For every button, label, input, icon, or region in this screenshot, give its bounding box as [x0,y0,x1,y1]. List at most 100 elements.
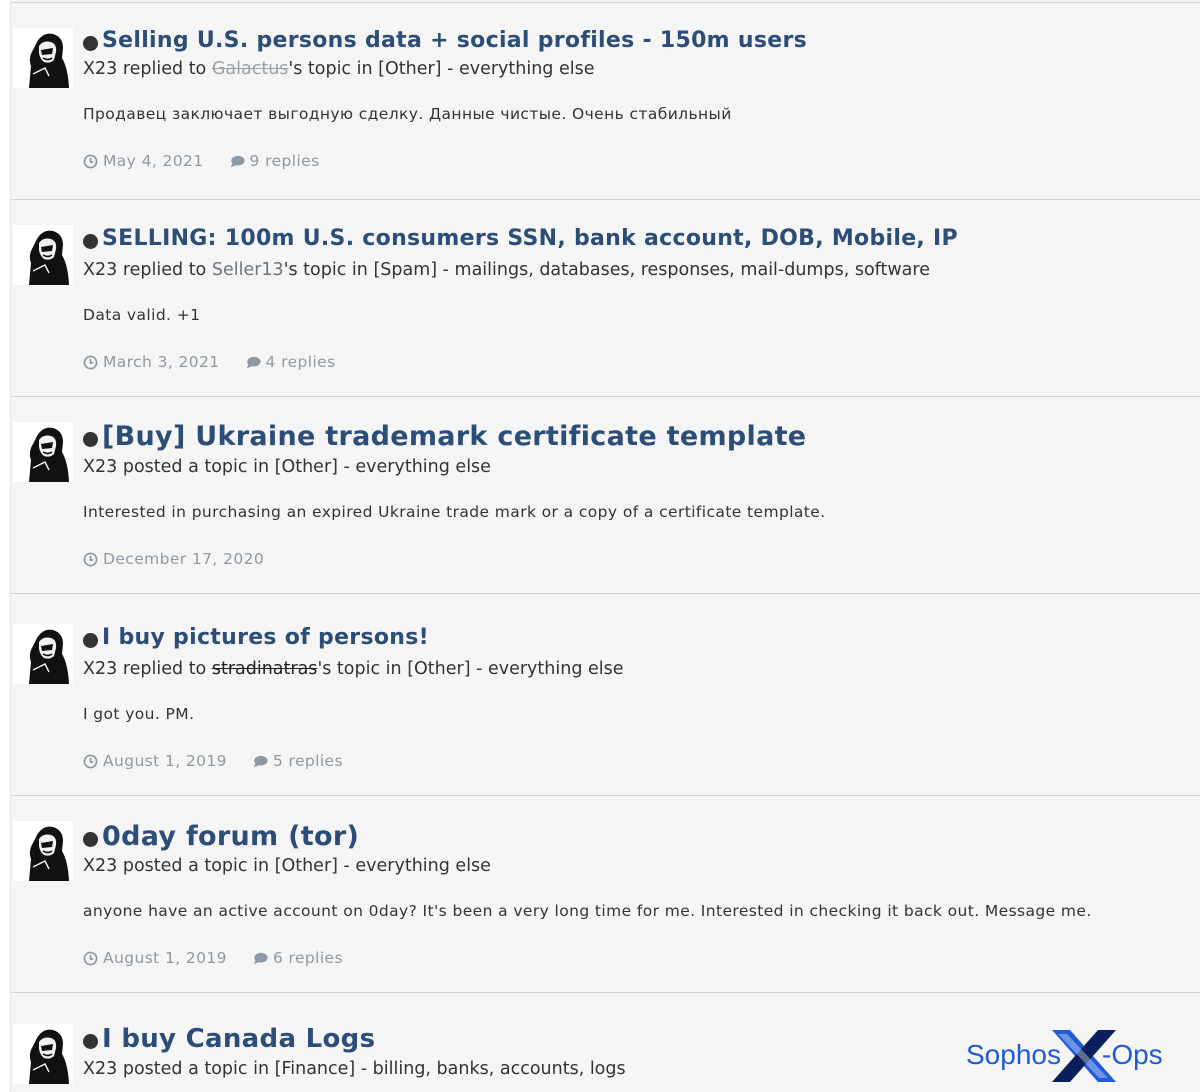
date-text: May 4, 2021 [103,152,204,170]
replies-text: 4 replies [265,353,336,371]
replies-text: 9 replies [249,152,320,170]
title-row: 0day forum (tor) [83,821,359,852]
post-date: May 4, 2021 [83,152,204,170]
clock-icon [83,355,98,369]
author-link[interactable]: X23 [83,659,117,679]
author-link[interactable]: X23 [83,260,117,280]
post-date: August 1, 2019 [83,752,227,770]
activity-item: 0day forum (tor) X23 posted a topic in [… [11,796,1200,993]
avatar[interactable] [13,28,73,88]
target-user-link[interactable]: stradinatras [212,659,318,679]
date-text: December 17, 2020 [103,550,265,568]
title-row: SELLING: 100m U.S. consumers SSN, bank a… [83,226,958,251]
title-row: [Buy] Ukraine trademark certificate temp… [83,421,806,452]
replies-text: 6 replies [272,949,343,967]
date-text: March 3, 2021 [103,353,220,371]
hooded-figure-icon [13,422,73,482]
post-snippet: anyone have an active account on 0day? I… [83,902,1092,920]
action-text: posted a topic in [122,457,270,477]
action-text: replied to [122,59,207,79]
unread-dot-icon [83,35,98,51]
avatar[interactable] [13,422,73,482]
post-snippet: Interested in purchasing an expired Ukra… [83,503,826,521]
action-text: replied to [122,659,207,679]
date-text: August 1, 2019 [103,752,227,770]
watermark-product: -Ops [1102,1039,1163,1070]
reply-count[interactable]: 5 replies [253,752,343,770]
reply-count[interactable]: 4 replies [246,353,336,371]
title-row: I buy pictures of persons! [83,625,429,650]
replies-text: 5 replies [272,752,343,770]
activity-meta: X23 posted a topic in [Other] - everythi… [83,457,491,477]
clock-icon [83,754,98,768]
forum-link[interactable]: [Spam] - mailings, databases, responses,… [373,260,930,280]
activity-meta: X23 replied to Galactus's topic in [Othe… [83,59,594,79]
post-stats: August 1, 2019 6 replies [83,949,343,967]
post-snippet: Data valid. +1 [83,306,201,324]
topic-title-link[interactable]: 0day forum (tor) [102,821,359,852]
post-stats: March 3, 2021 4 replies [83,353,336,371]
forum-link[interactable]: [Other] - everything else [275,457,491,477]
forum-link[interactable]: [Other] - everything else [407,659,623,679]
avatar[interactable] [13,624,73,684]
activity-meta: X23 posted a topic in [Finance] - billin… [83,1059,626,1079]
clock-icon [83,154,98,168]
topic-title-link[interactable]: I buy Canada Logs [102,1024,375,1054]
clock-icon [83,951,98,965]
hooded-figure-icon [13,1024,73,1084]
speech-bubble-icon [253,952,268,964]
post-date: December 17, 2020 [83,550,264,568]
forum-link[interactable]: [Finance] - billing, banks, accounts, lo… [275,1059,626,1079]
activity-item: I buy pictures of persons! X23 replied t… [11,599,1200,796]
hooded-figure-icon [13,225,73,285]
activity-meta: X23 replied to Seller13's topic in [Spam… [83,260,930,280]
unread-dot-icon [83,632,98,648]
post-stats: August 1, 2019 5 replies [83,752,343,770]
unread-dot-icon [83,233,98,249]
action-text: posted a topic in [122,1059,270,1079]
title-row: I buy Canada Logs [83,1024,375,1054]
unread-dot-icon [83,831,98,847]
hooded-figure-icon [13,624,73,684]
activity-feed: Selling U.S. persons data + social profi… [10,0,1200,1092]
target-suffix: 's topic in [317,659,402,679]
reply-count[interactable]: 9 replies [230,152,320,170]
clock-icon [83,552,98,566]
post-stats: May 4, 2021 9 replies [83,152,320,170]
topic-title-link[interactable]: [Buy] Ukraine trademark certificate temp… [102,421,806,452]
speech-bubble-icon [230,155,245,167]
unread-dot-icon [83,1034,98,1049]
target-user-link[interactable]: Galactus [212,59,289,79]
topic-title-link[interactable]: I buy pictures of persons! [102,625,429,650]
sophos-x-ops-logo: Sophos -Ops [966,1030,1163,1082]
topic-title-link[interactable]: SELLING: 100m U.S. consumers SSN, bank a… [102,226,958,251]
unread-dot-icon [83,431,98,447]
author-link[interactable]: X23 [83,59,117,79]
action-text: replied to [122,260,207,280]
hooded-figure-icon [13,28,73,88]
title-row: Selling U.S. persons data + social profi… [83,28,807,53]
speech-bubble-icon [246,356,261,368]
topic-title-link[interactable]: Selling U.S. persons data + social profi… [102,28,807,53]
activity-meta: X23 replied to stradinatras's topic in [… [83,659,624,679]
activity-meta: X23 posted a topic in [Other] - everythi… [83,856,491,876]
forum-link[interactable]: [Other] - everything else [378,59,594,79]
author-link[interactable]: X23 [83,457,117,477]
target-suffix: 's topic in [288,59,373,79]
avatar[interactable] [13,1024,73,1084]
reply-count[interactable]: 6 replies [253,949,343,967]
target-user-link[interactable]: Seller13 [212,260,284,280]
activity-item: Selling U.S. persons data + social profi… [11,3,1200,200]
post-snippet: I got you. PM. [83,705,195,723]
author-link[interactable]: X23 [83,856,117,876]
avatar[interactable] [13,821,73,881]
post-snippet: Продавец заключает выгодную сделку. Данн… [83,105,732,123]
author-link[interactable]: X23 [83,1059,117,1079]
activity-item: SELLING: 100m U.S. consumers SSN, bank a… [11,200,1200,397]
activity-item: [Buy] Ukraine trademark certificate temp… [11,397,1200,594]
watermark-brand: Sophos [966,1039,1061,1070]
forum-link[interactable]: [Other] - everything else [275,856,491,876]
avatar[interactable] [13,225,73,285]
date-text: August 1, 2019 [103,949,227,967]
action-text: posted a topic in [122,856,270,876]
